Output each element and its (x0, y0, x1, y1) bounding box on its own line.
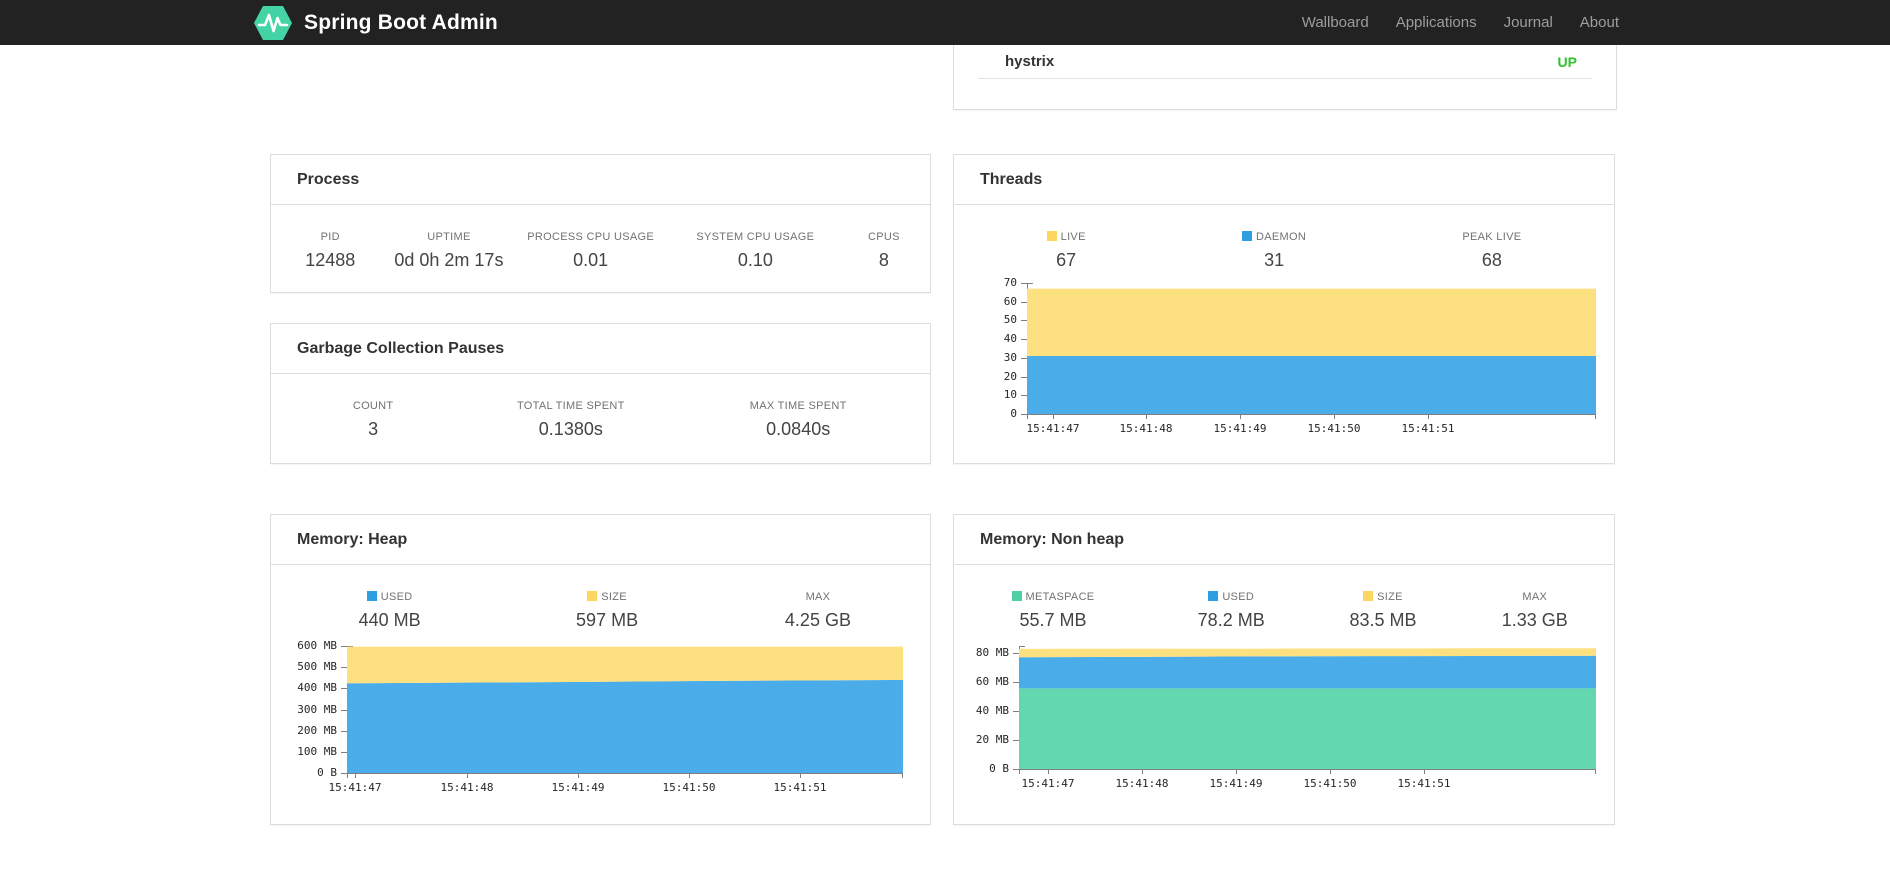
threads-chart: 0 10 20 30 40 50 60 70 15:41:47 15:41:48 15:41:49 1… (954, 155, 1614, 463)
status-badge: UP (1557, 53, 1577, 70)
stat-system-cpu-usage: SYSTEM CPU USAGE 0.10 (673, 231, 838, 271)
stat-label: MAX TIME SPENT (749, 400, 847, 412)
brand-title: Spring Boot Admin (304, 10, 498, 34)
nav-link-about[interactable]: About (1580, 14, 1619, 31)
spring-boot-admin-logo-icon (253, 3, 293, 43)
stat-value: 0.1380s (538, 419, 603, 439)
stat-pid: PID 12488 (271, 231, 390, 271)
stat-gc-max-time: MAX TIME SPENT 0.0840s (666, 400, 930, 440)
top-navbar: Spring Boot Admin Wallboard Applications… (0, 0, 1890, 45)
memory-heap-chart: 0 B 100 MB 200 MB 300 MB 400 MB 500 MB 600 MB 1… (271, 515, 930, 824)
memory-nonheap-panel: Memory: Non heap METASPACE 55.7 MB USED … (953, 514, 1615, 825)
stat-label: COUNT (352, 400, 394, 412)
stat-value: 8 (878, 250, 889, 270)
brand-link[interactable]: Spring Boot Admin (253, 3, 498, 43)
nav-link-applications[interactable]: Applications (1396, 14, 1477, 31)
stat-value: 12488 (305, 250, 356, 270)
threads-panel: Threads LIVE 67 DAEMON 31 PEAK LIVE 68 0… (953, 154, 1615, 464)
stat-label: UPTIME (427, 231, 471, 243)
stat-value: 3 (368, 419, 379, 439)
nav-link-wallboard[interactable]: Wallboard (1302, 14, 1369, 31)
stat-value: 0d 0h 2m 17s (394, 250, 504, 270)
stat-label: SYSTEM CPU USAGE (696, 231, 815, 243)
process-panel-title: Process (271, 155, 930, 205)
nav-link-journal[interactable]: Journal (1504, 14, 1553, 31)
stat-value: 0.01 (573, 250, 609, 270)
stat-gc-count: COUNT 3 (271, 400, 475, 440)
stat-label: CPUS (867, 231, 900, 243)
stat-label: TOTAL TIME SPENT (516, 400, 625, 412)
nav-links: Wallboard Applications Journal About (1302, 14, 1619, 31)
memory-heap-panel: Memory: Heap USED 440 MB SIZE 597 MB MAX… (270, 514, 931, 825)
gc-panel-title: Garbage Collection Pauses (271, 324, 930, 374)
gc-pauses-panel: Garbage Collection Pauses COUNT 3 TOTAL … (270, 323, 931, 464)
gc-stats: COUNT 3 TOTAL TIME SPENT 0.1380s MAX TIM… (271, 400, 930, 440)
navbar-container: Spring Boot Admin Wallboard Applications… (253, 0, 1619, 45)
stat-value: 0.0840s (766, 419, 831, 439)
stat-cpus: CPUS 8 (838, 231, 930, 271)
application-row: hystrix UP (978, 45, 1592, 79)
application-name: hystrix (1005, 53, 1055, 70)
process-panel: Process PID 12488 UPTIME 0d 0h 2m 17s PR… (270, 154, 931, 293)
stat-uptime: UPTIME 0d 0h 2m 17s (390, 231, 509, 271)
stat-value: 0.10 (737, 250, 773, 270)
stat-gc-total-time: TOTAL TIME SPENT 0.1380s (475, 400, 666, 440)
process-stats: PID 12488 UPTIME 0d 0h 2m 17s PROCESS CP… (271, 231, 930, 271)
stat-label: PROCESS CPU USAGE (527, 231, 654, 243)
stat-label: PID (320, 231, 340, 243)
memory-nonheap-chart: 0 B 20 MB 40 MB 60 MB 80 MB 15:41:47 15:41:48 1… (954, 515, 1614, 824)
application-status-panel: hystrix UP (953, 45, 1617, 110)
stat-process-cpu-usage: PROCESS CPU USAGE 0.01 (508, 231, 673, 271)
